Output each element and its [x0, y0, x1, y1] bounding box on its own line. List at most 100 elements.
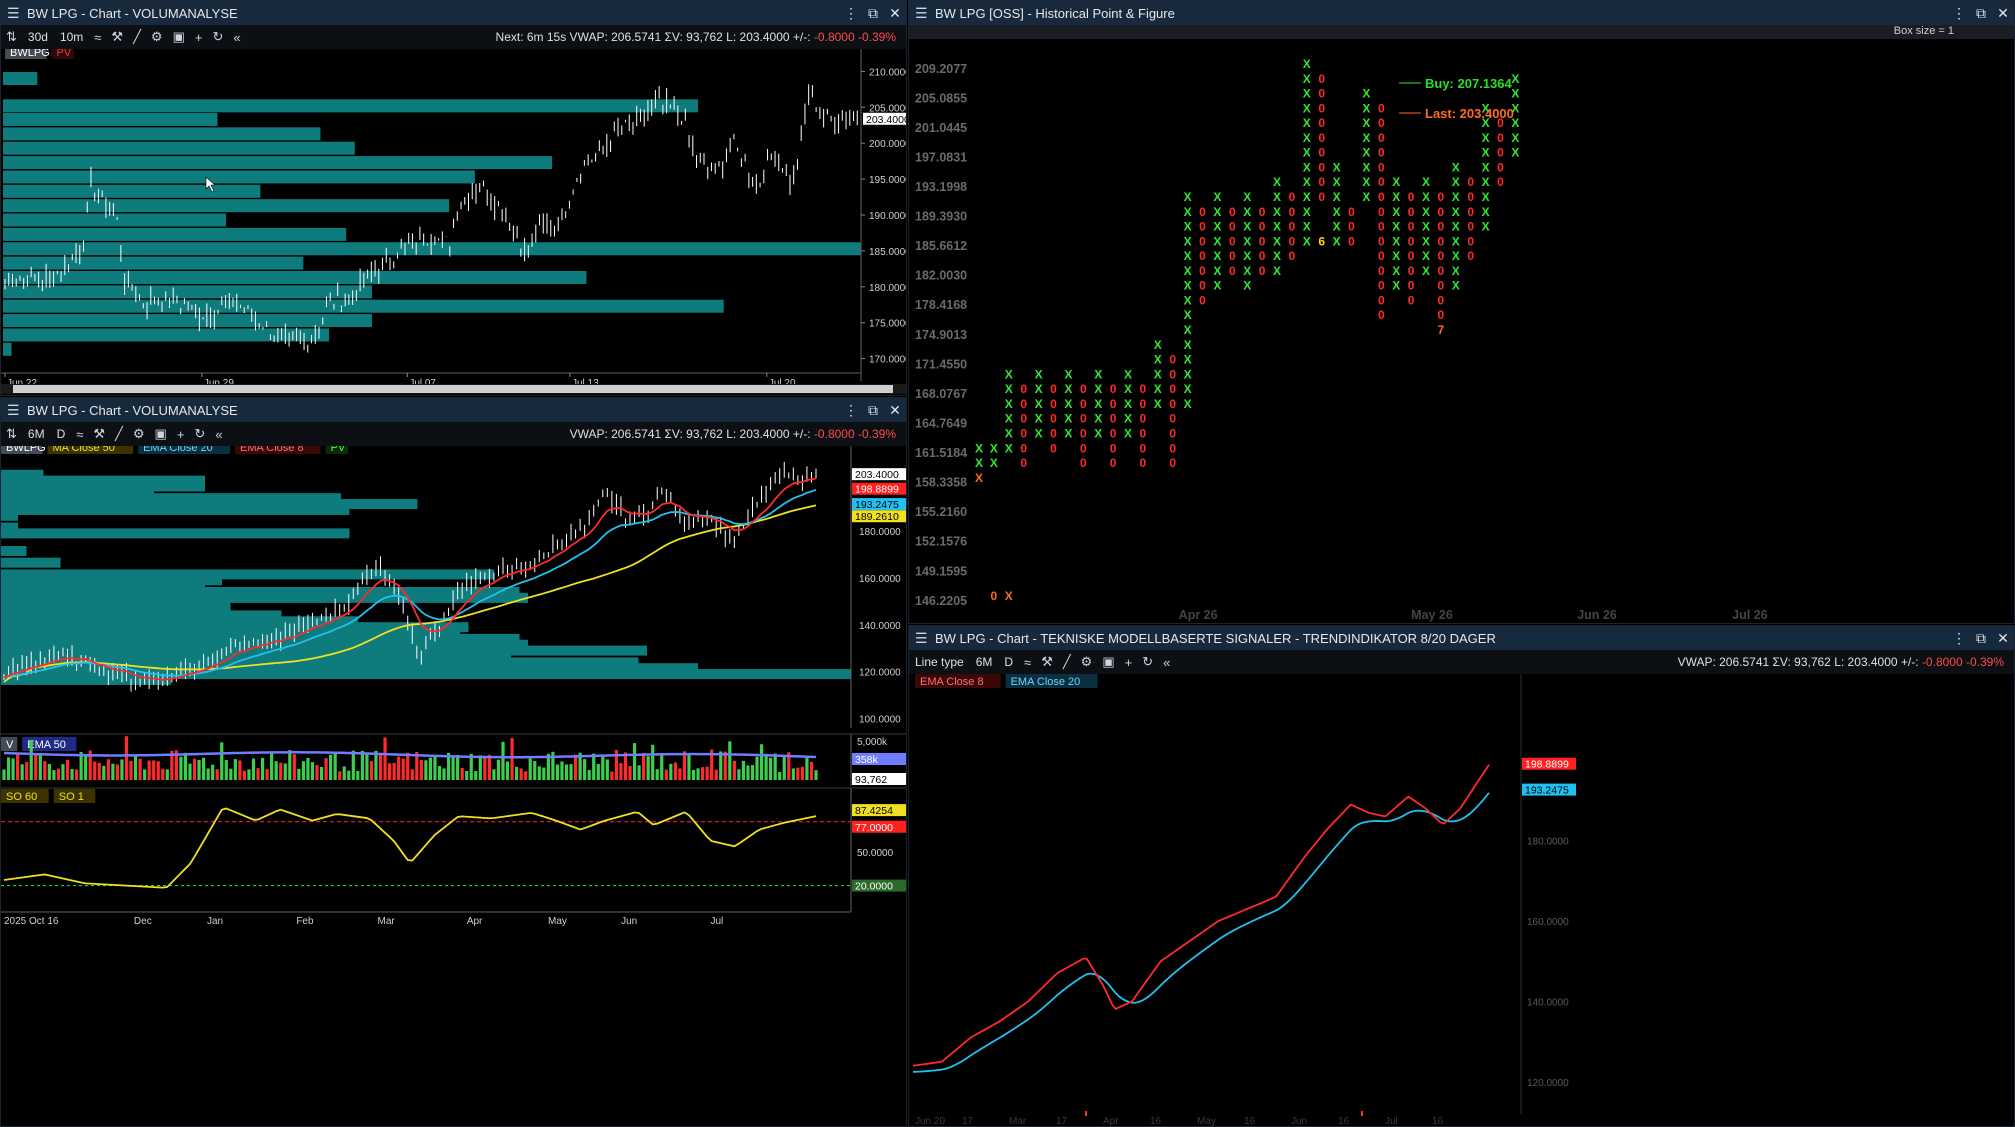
price-tag: 93,762 [855, 774, 887, 786]
add-icon[interactable]: + [1120, 655, 1138, 670]
volume-bar [6, 757, 11, 780]
pnf-box: 0 [1318, 146, 1325, 160]
volume-profile-bar [3, 285, 372, 299]
pnf-box: X [1273, 249, 1281, 263]
refresh-icon[interactable]: ↻ [207, 29, 228, 45]
pnf-y-label: 182.0030 [915, 269, 967, 283]
close-icon[interactable]: ✕ [884, 5, 906, 22]
indicator-icon[interactable]: ≈ [1019, 655, 1036, 670]
volume-bar [505, 761, 510, 780]
x-tick-label: 16 [1150, 1116, 1162, 1127]
volume-bar [682, 751, 687, 780]
pnf-box: 0 [1318, 160, 1325, 174]
pnf-y-label: 155.2160 [915, 505, 967, 519]
pnf-box: X [1005, 426, 1013, 440]
detach-icon[interactable]: ⧉ [1970, 630, 1992, 647]
menu-icon[interactable]: ☰ [7, 402, 27, 419]
period-button[interactable]: 30d [22, 30, 54, 44]
drawing-tools-icon[interactable]: ⚒ [88, 426, 110, 442]
indicator-chip: EMA Close 8 [240, 446, 304, 454]
pnf-box: 0 [1020, 412, 1027, 426]
y-tick-label: 5,000k [857, 737, 888, 748]
interval-button[interactable]: D [51, 427, 72, 441]
pnf-box: X [1005, 397, 1013, 411]
line-type-button[interactable]: Line type [909, 655, 970, 669]
pnf-box: X [1333, 220, 1341, 234]
detach-icon[interactable]: ⧉ [1970, 5, 1992, 22]
volume-bar [211, 764, 215, 780]
volume-bar [805, 757, 809, 780]
menu-icon[interactable]: ☰ [915, 630, 935, 647]
indicator-icon[interactable]: ≈ [71, 427, 88, 442]
volume-bar [106, 759, 110, 780]
volume-bar [655, 769, 659, 780]
pnf-box: X [1362, 101, 1370, 115]
volume-bar [623, 752, 628, 780]
settings-icon[interactable]: ⚙ [146, 29, 168, 45]
more-options-icon[interactable]: ⋮ [1948, 630, 1970, 647]
pnf-box: 0 [1497, 175, 1504, 189]
drawing-tools-icon[interactable]: ⚒ [1036, 654, 1058, 670]
pnf-box: X [1362, 190, 1370, 204]
template-icon[interactable]: ▣ [168, 29, 190, 45]
add-icon[interactable]: + [172, 427, 190, 442]
indicator-chip: EMA Close 20 [143, 446, 213, 454]
line-tool-icon[interactable]: ╱ [1058, 654, 1076, 670]
chart-type-icon[interactable]: ⇅ [1, 426, 22, 442]
volume-bar [419, 759, 423, 780]
pnf-x-label: Jul 26 [1732, 608, 1767, 622]
volume-profile-bar [3, 256, 304, 270]
line-tool-icon[interactable]: ╱ [110, 426, 128, 442]
indicator-icon[interactable]: ≈ [89, 30, 106, 45]
close-icon[interactable]: ✕ [1992, 630, 2014, 647]
refresh-icon[interactable]: ↻ [1137, 654, 1158, 670]
volume-bar [324, 758, 328, 780]
refresh-icon[interactable]: ↻ [189, 426, 210, 442]
ema-trend-chart[interactable]: EMA Close 8 EMA Close 20 180.0000 160.0000 1… [909, 674, 2015, 1127]
more-options-icon[interactable]: ⋮ [840, 402, 862, 419]
period-button[interactable]: 6M [22, 427, 51, 441]
collapse-icon[interactable]: « [1158, 655, 1175, 670]
more-options-icon[interactable]: ⋮ [840, 5, 862, 22]
price-tag: 193.2475 [855, 499, 899, 511]
line-tool-icon[interactable]: ╱ [128, 29, 146, 45]
pnf-box: 0 [1378, 160, 1385, 174]
close-icon[interactable]: ✕ [884, 402, 906, 419]
volume-bar [687, 754, 691, 780]
collapse-icon[interactable]: « [210, 427, 227, 442]
volume-bar [533, 761, 537, 780]
pnf-chart[interactable]: 209.2077 205.0855 201.0445 197.0831 193.1998… [909, 39, 2015, 624]
detach-icon[interactable]: ⧉ [862, 5, 884, 22]
detach-icon[interactable]: ⧉ [862, 402, 884, 419]
price-chart[interactable]: 210.0000 205.0000 200.0000 195.0000 190.0000… [1, 49, 907, 396]
chart-bg [909, 674, 2014, 1126]
indicator-chip: EMA Close 20 [1011, 676, 1081, 688]
template-icon[interactable]: ▣ [1097, 654, 1119, 670]
close-icon[interactable]: ✕ [1992, 5, 2014, 22]
volume-bar [660, 753, 664, 780]
pnf-box: X [1035, 382, 1043, 396]
volume-bar [791, 768, 795, 780]
template-icon[interactable]: ▣ [150, 426, 172, 442]
volume-bar [610, 771, 614, 780]
collapse-icon[interactable]: « [228, 30, 245, 45]
more-options-icon[interactable]: ⋮ [1948, 5, 1970, 22]
interval-button[interactable]: 10m [54, 30, 89, 44]
volume-bar [424, 760, 428, 780]
pnf-box: X [1452, 175, 1460, 189]
settings-icon[interactable]: ⚙ [1076, 654, 1098, 670]
pnf-box: 0 [1199, 205, 1206, 219]
menu-icon[interactable]: ☰ [7, 5, 27, 22]
interval-button[interactable]: D [998, 655, 1019, 669]
pnf-box: X [1213, 249, 1221, 263]
volume-bar [306, 758, 310, 780]
indicator-chip: BWLPG [10, 49, 50, 59]
chart-type-icon[interactable]: ⇅ [1, 29, 22, 45]
pnf-box: X [1303, 160, 1311, 174]
settings-icon[interactable]: ⚙ [128, 426, 150, 442]
drawing-tools-icon[interactable]: ⚒ [106, 29, 128, 45]
price-volume-chart[interactable]: BWLPG MA Close 50 EMA Close 20 EMA Close 8 P… [1, 446, 907, 1127]
add-icon[interactable]: + [190, 30, 208, 45]
period-button[interactable]: 6M [970, 655, 999, 669]
menu-icon[interactable]: ☰ [915, 5, 935, 22]
